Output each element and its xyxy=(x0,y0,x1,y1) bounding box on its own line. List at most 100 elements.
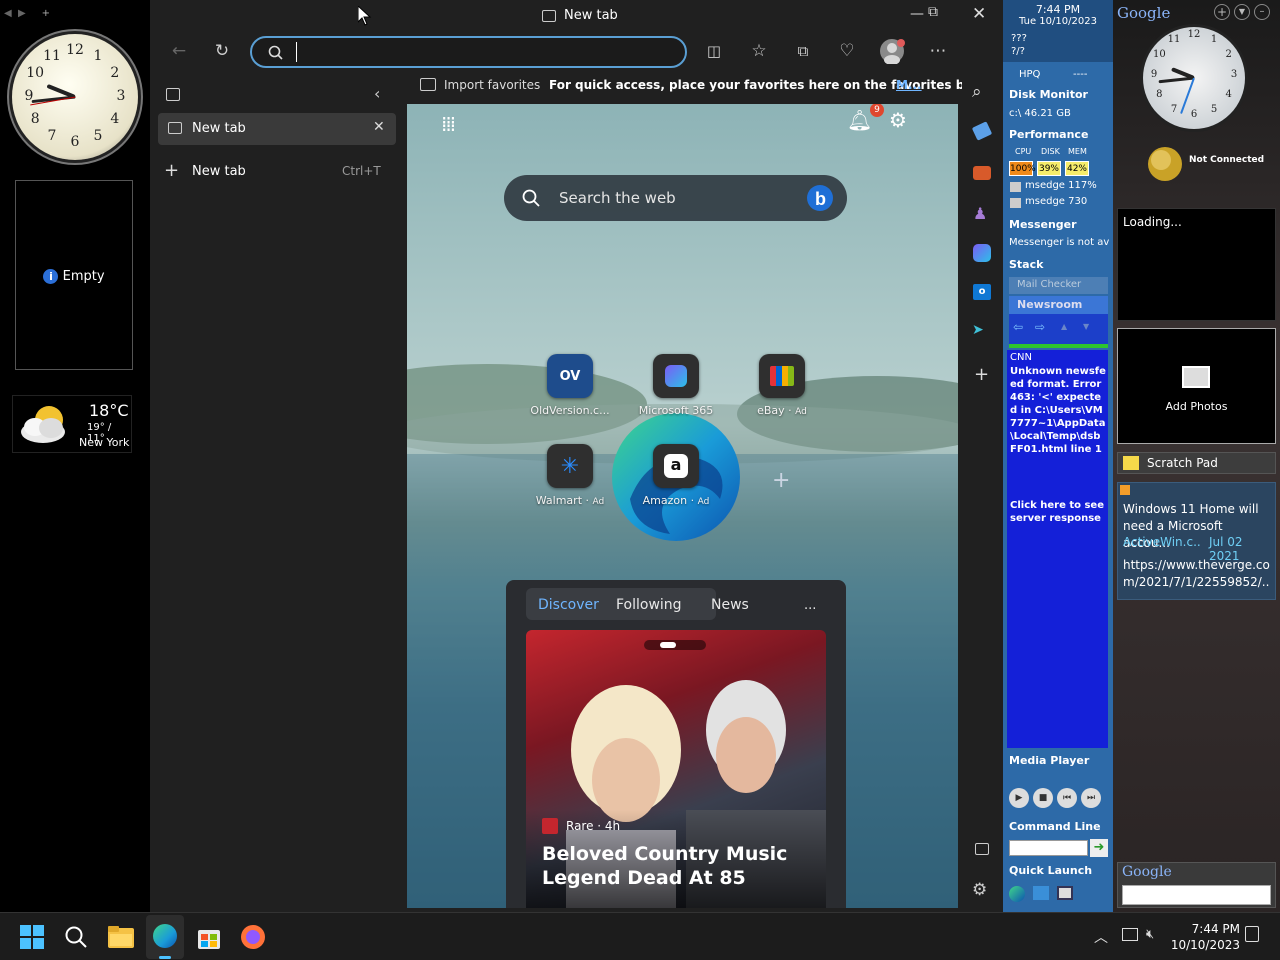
clock-numeral: 3 xyxy=(1230,69,1238,80)
vertical-tabs-pane: ‹ New tab ✕ + New tab Ctrl+T xyxy=(150,76,407,912)
back-button[interactable]: ← xyxy=(164,36,194,66)
manage-favorites-link[interactable]: M... xyxy=(896,78,922,92)
gadget-nav-arrows[interactable]: ◀ ▶ + xyxy=(4,8,50,19)
minimize-sidebar-button[interactable]: – xyxy=(1254,4,1270,20)
news-url[interactable]: https://www.theverge.com/2021/7/1/225598… xyxy=(1123,557,1277,591)
add-sidebar-app-icon[interactable]: + xyxy=(974,364,989,385)
taskbar-date[interactable]: 10/10/2023 xyxy=(1168,938,1240,952)
edge-icon xyxy=(153,924,177,948)
google-search-input[interactable] xyxy=(1122,885,1271,905)
network-icon[interactable] xyxy=(1122,928,1138,941)
refresh-button[interactable]: ↻ xyxy=(207,36,237,66)
command-go-button[interactable]: ➜ xyxy=(1090,839,1108,857)
tab-actions-icon[interactable] xyxy=(166,88,180,101)
server-response-link[interactable]: Click here to see server response xyxy=(1010,499,1106,525)
collections-icon[interactable]: ⧉ xyxy=(788,36,818,66)
restore-button[interactable]: ⧉ xyxy=(928,4,938,20)
shopping-tag-icon[interactable] xyxy=(971,121,993,141)
tab-discover[interactable]: Discover xyxy=(528,590,609,620)
edge-quick-icon[interactable] xyxy=(1009,886,1025,902)
article-card[interactable]: Rare · 4h Beloved Country Music Legend D… xyxy=(526,630,826,908)
address-bar[interactable] xyxy=(250,36,687,68)
news-source: CNN xyxy=(1010,352,1032,363)
tile-walmart[interactable]: ✳ xyxy=(547,444,593,488)
tab-following[interactable]: Following xyxy=(606,590,692,620)
drop-send-icon[interactable]: ➤ xyxy=(972,322,984,338)
microsoft-365-sidebar-icon[interactable] xyxy=(973,244,991,262)
scratch-pad-gadget[interactable]: Scratch Pad xyxy=(1117,452,1276,474)
tile-microsoft-365[interactable] xyxy=(653,354,699,398)
add-gadget-button[interactable]: + xyxy=(1214,4,1230,20)
show-hidden-icons-chevron[interactable]: ︿ xyxy=(1094,927,1108,947)
collapse-pane-icon[interactable]: ‹ xyxy=(374,84,380,103)
newsroom-item[interactable]: Newsroom xyxy=(1009,296,1108,314)
newsroom-up-icon[interactable]: ▲ xyxy=(1061,322,1067,331)
volume-muted-icon[interactable]: 🔇︎ xyxy=(1146,927,1154,942)
taskbar: ︿ 🔇︎ 7:44 PM 10/10/2023 xyxy=(0,912,1280,960)
feed-more-button[interactable]: ... xyxy=(794,590,826,620)
favorites-star-icon[interactable]: ☆ xyxy=(744,36,774,66)
settings-gear-icon[interactable]: ⚙ xyxy=(889,108,907,132)
ebay-bag-icon xyxy=(770,366,794,386)
add-tile-icon[interactable]: + xyxy=(772,468,790,493)
sidebar-search-icon[interactable]: ⌕ xyxy=(972,82,982,102)
loading-gadget: Loading... xyxy=(1117,208,1276,321)
taskbar-time[interactable]: 7:44 PM xyxy=(1176,922,1240,936)
tile-oldversion[interactable]: OV xyxy=(547,354,593,398)
photos-gadget[interactable]: Add Photos xyxy=(1117,328,1276,444)
info-icon: i xyxy=(43,269,59,284)
clock-numeral: 1 xyxy=(93,48,103,65)
vertical-tab-title: New tab xyxy=(192,121,246,136)
close-tab-icon[interactable]: ✕ xyxy=(373,119,385,135)
play-button[interactable]: ▶ xyxy=(1009,788,1029,808)
more-menu-icon[interactable]: ⋯ xyxy=(923,36,953,66)
bing-chat-icon[interactable]: b xyxy=(806,184,834,212)
previous-button[interactable]: ⏮ xyxy=(1057,788,1077,808)
tile-ebay[interactable] xyxy=(759,354,805,398)
google-brand: Google xyxy=(1117,4,1171,22)
notifications-bell-icon[interactable]: 🔔︎ xyxy=(847,108,872,132)
firefox-icon[interactable] xyxy=(240,924,266,950)
sidebar-settings-icon[interactable]: ⚙ xyxy=(972,880,987,900)
vertical-tab-active[interactable]: New tab ✕ xyxy=(158,113,396,145)
import-favorites-link[interactable]: Import favorites xyxy=(444,78,540,92)
slideshow-gadget[interactable]: i Empty xyxy=(15,180,133,370)
newsroom-down-icon[interactable]: ▼ xyxy=(1083,322,1089,331)
close-window-button[interactable]: ✕ xyxy=(972,4,986,24)
ntp-search-box[interactable]: Search the web b xyxy=(504,175,847,221)
browser-essentials-icon[interactable]: ♡ xyxy=(832,36,862,66)
window-quick-icon[interactable] xyxy=(1057,886,1073,900)
games-icon[interactable]: ♟ xyxy=(973,204,987,223)
file-explorer-icon[interactable] xyxy=(108,926,134,948)
news-gadget[interactable]: Windows 11 Home will need a Microsoft ac… xyxy=(1117,482,1276,600)
weather-gadget[interactable]: 18°C 19° / 11° New York xyxy=(12,395,132,453)
notifications-icon[interactable] xyxy=(1245,926,1259,942)
edge-taskbar-button[interactable] xyxy=(146,915,184,959)
taskbar-search-icon[interactable] xyxy=(64,925,88,949)
tile-amazon[interactable]: a xyxy=(653,444,699,488)
address-input[interactable] xyxy=(296,42,676,62)
newsroom-next-icon[interactable]: ⇨ xyxy=(1035,320,1045,334)
profile-avatar[interactable] xyxy=(877,36,907,66)
perf-mem-header: MEM xyxy=(1068,147,1087,156)
rss-icon xyxy=(1120,485,1130,495)
mail-checker-item[interactable]: Mail Checker xyxy=(1009,277,1108,294)
next-button[interactable]: ⏭ xyxy=(1081,788,1101,808)
hide-sidebar-icon[interactable] xyxy=(975,843,989,855)
apps-launcher-icon[interactable]: ⁞⁞⁞ xyxy=(441,112,456,136)
windows-start-icon[interactable] xyxy=(20,925,44,949)
minimize-button[interactable]: — xyxy=(910,6,924,22)
command-line-input[interactable] xyxy=(1009,840,1088,856)
amazon-icon: a xyxy=(664,454,688,478)
desktop-quick-icon[interactable] xyxy=(1033,886,1049,900)
microsoft-store-icon[interactable] xyxy=(198,925,220,949)
newsroom-prev-icon[interactable]: ⇦ xyxy=(1013,320,1023,334)
tab-news[interactable]: News xyxy=(701,590,759,620)
newsroom-nav: ⇦ ⇨ ▲ ▼ xyxy=(1009,314,1108,344)
stop-button[interactable]: ■ xyxy=(1033,788,1053,808)
options-button[interactable]: ▼ xyxy=(1234,4,1250,20)
tools-briefcase-icon[interactable] xyxy=(973,166,991,180)
outlook-icon[interactable]: o xyxy=(973,284,991,300)
split-screen-icon[interactable]: ◫ xyxy=(699,36,729,66)
new-tab-button[interactable]: + New tab Ctrl+T xyxy=(158,158,396,186)
